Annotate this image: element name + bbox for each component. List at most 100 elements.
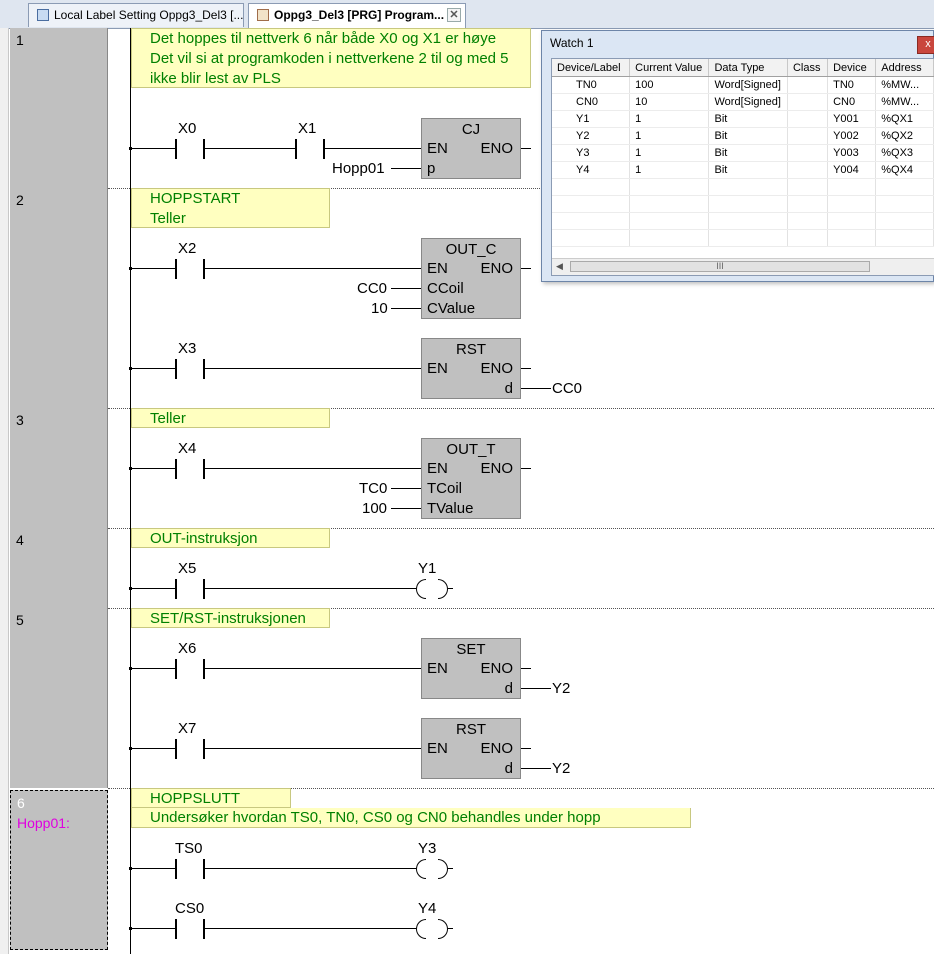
coil-y1[interactable]: [416, 579, 448, 599]
column-header[interactable]: Current Value: [629, 59, 710, 77]
table-row[interactable]: Y1 1 Bit Y001 %QX1: [552, 110, 934, 128]
comment-line: Det vil si at programkoden i nettverkene…: [150, 50, 509, 67]
table-row[interactable]: Y3 1 Bit Y003 %QX3: [552, 144, 934, 162]
tab-label: Local Label Setting Oppg3_Del3 [...: [54, 8, 244, 22]
contact-cs0[interactable]: [175, 919, 205, 939]
contact-x1[interactable]: [295, 139, 325, 159]
network-number: 4: [16, 532, 24, 548]
network-comment[interactable]: Det hoppes til nettverk 6 når både X0 og…: [131, 28, 531, 88]
contact-x5[interactable]: [175, 579, 205, 599]
current-value-cell[interactable]: 10: [629, 93, 710, 111]
network-6[interactable]: 6 Hopp01: HOPPSLUTT Undersøker hvordan T…: [0, 788, 934, 954]
column-header[interactable]: Address: [875, 59, 934, 77]
contact-x6[interactable]: [175, 659, 205, 679]
device-label-cell: TN0: [552, 76, 631, 94]
contact-label: X6: [178, 640, 197, 657]
jump-label-operand[interactable]: Hopp01: [332, 160, 385, 177]
pin-wire: [391, 308, 421, 309]
table-row[interactable]: [552, 178, 934, 196]
table-row[interactable]: Y4 1 Bit Y004 %QX4: [552, 161, 934, 179]
close-icon[interactable]: x: [917, 36, 934, 54]
tab-local-label-setting[interactable]: Local Label Setting Oppg3_Del3 [...: [28, 3, 244, 27]
contact-label: X1: [298, 120, 317, 137]
table-row[interactable]: [552, 212, 934, 230]
watch-grid[interactable]: Device/Label Current Value Data Type Cla…: [551, 58, 934, 276]
network-comment[interactable]: Undersøker hvordan TS0, TN0, CS0 og CN0 …: [131, 808, 691, 828]
network-number-cell[interactable]: 5: [10, 608, 108, 788]
operand-label[interactable]: Y2: [552, 680, 570, 697]
rst-function-block[interactable]: RST EN ENO d: [421, 718, 521, 779]
operand-label[interactable]: TC0: [359, 480, 387, 497]
contact-x3[interactable]: [175, 359, 205, 379]
table-row[interactable]: Y2 1 Bit Y002 %QX2: [552, 127, 934, 145]
network-number-cell[interactable]: 4: [10, 528, 108, 608]
network-number-cell[interactable]: 1: [10, 28, 108, 188]
column-header[interactable]: Class: [787, 59, 829, 77]
network-comment[interactable]: HOPPSTART Teller: [131, 188, 330, 228]
class-cell: [787, 144, 829, 162]
operand-label[interactable]: Y2: [552, 760, 570, 777]
current-value-cell[interactable]: 1: [629, 110, 710, 128]
scroll-thumb[interactable]: III: [570, 261, 870, 272]
network-comment[interactable]: OUT-instruksjon: [131, 528, 330, 548]
network-number-cell[interactable]: 6 Hopp01:: [10, 790, 108, 950]
network-number: 3: [16, 412, 24, 428]
out-c-function-block[interactable]: OUT_C EN ENO CCoil CValue: [421, 238, 521, 319]
table-row[interactable]: TN0 100 Word[Signed] TN0 %MW...: [552, 76, 934, 94]
watch-window[interactable]: Watch 1 x Device/Label Current Value Dat…: [541, 30, 934, 282]
watch-header-row: Device/Label Current Value Data Type Cla…: [552, 59, 934, 77]
network-number-cell[interactable]: 3: [10, 408, 108, 528]
device-cell: TN0: [827, 76, 877, 94]
network-3[interactable]: 3 Teller X4 OUT_T EN ENO TCoil TValue TC…: [0, 408, 934, 528]
network-comment[interactable]: Teller: [131, 408, 330, 428]
network-comment[interactable]: SET/RST-instruksjonen: [131, 608, 330, 628]
contact-x7[interactable]: [175, 739, 205, 759]
network-4[interactable]: 4 OUT-instruksjon X5 Y1: [0, 528, 934, 608]
cj-function-block[interactable]: CJ EN ENO p: [421, 118, 521, 179]
operand-label[interactable]: 10: [371, 300, 388, 317]
pin-en: EN: [427, 360, 448, 377]
pin-wire: [391, 288, 421, 289]
table-row[interactable]: CN0 10 Word[Signed] CN0 %MW...: [552, 93, 934, 111]
current-value-cell[interactable]: 1: [629, 161, 710, 179]
network-comment[interactable]: HOPPSLUTT: [131, 788, 291, 808]
contact-x0[interactable]: [175, 139, 205, 159]
current-value-cell[interactable]: 1: [629, 127, 710, 145]
scroll-left-icon[interactable]: ◀: [556, 261, 563, 272]
pin-wire: [521, 688, 551, 689]
set-function-block[interactable]: SET EN ENO d: [421, 638, 521, 699]
pin-en: EN: [427, 740, 448, 757]
class-cell: [787, 127, 829, 145]
contact-label: X3: [178, 340, 197, 357]
table-row[interactable]: [552, 229, 934, 247]
current-value-cell[interactable]: 1: [629, 144, 710, 162]
pin-eno: ENO: [480, 460, 513, 477]
column-header[interactable]: Device/Label: [552, 59, 631, 77]
rst-function-block[interactable]: RST EN ENO d: [421, 338, 521, 399]
coil-y4[interactable]: [416, 919, 448, 939]
block-title: OUT_C: [445, 241, 497, 258]
device-label-cell: Y4: [552, 161, 631, 179]
operand-label[interactable]: CC0: [552, 380, 582, 397]
contact-ts0[interactable]: [175, 859, 205, 879]
horizontal-scrollbar[interactable]: ◀ III: [552, 258, 934, 275]
operand-label[interactable]: 100: [362, 500, 387, 517]
column-header[interactable]: Data Type: [708, 59, 788, 77]
block-title: OUT_T: [446, 441, 496, 458]
contact-x4[interactable]: [175, 459, 205, 479]
network-number-cell[interactable]: 2: [10, 188, 108, 408]
network-number: 2: [16, 192, 24, 208]
tab-program[interactable]: Oppg3_Del3 [PRG] Program... ✕: [248, 3, 466, 29]
current-value-cell[interactable]: 100: [629, 76, 710, 94]
network-5[interactable]: 5 SET/RST-instruksjonen X6 SET EN ENO d …: [0, 608, 934, 788]
address-cell: %QX4: [875, 161, 934, 179]
tab-label: Oppg3_Del3 [PRG] Program...: [274, 8, 445, 22]
pin-d: d: [504, 380, 513, 397]
out-t-function-block[interactable]: OUT_T EN ENO TCoil TValue: [421, 438, 521, 519]
coil-y3[interactable]: [416, 859, 448, 879]
column-header[interactable]: Device: [827, 59, 877, 77]
contact-x2[interactable]: [175, 259, 205, 279]
close-tab-icon[interactable]: ✕: [447, 8, 461, 22]
table-row[interactable]: [552, 195, 934, 213]
operand-label[interactable]: CC0: [357, 280, 387, 297]
